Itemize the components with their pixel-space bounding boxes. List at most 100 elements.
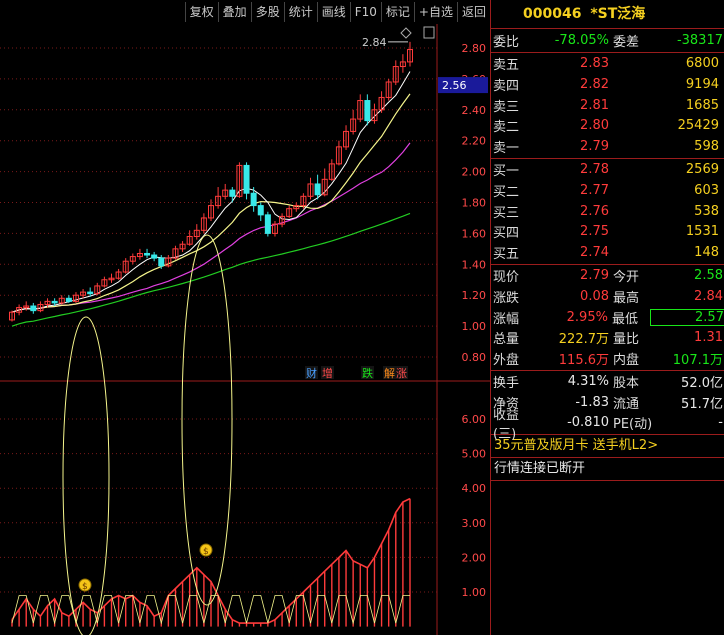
candle-body (151, 254, 158, 259)
stat-value: 222.7万 (558, 332, 609, 348)
bids-volume: 2569 (685, 162, 719, 178)
toolbar-button-6[interactable]: 标记 (380, 2, 414, 22)
stat-row: 现价 2.79 今开 2.58 (491, 266, 724, 287)
webi-value: -78.05% (554, 32, 609, 48)
stat-label: 总量 (493, 332, 520, 348)
toolbar-button-8[interactable]: 返回 (456, 2, 490, 22)
stock-name: *ST泛海 (590, 6, 646, 22)
candle-body (87, 291, 94, 295)
price-tick-label: 2.80 (462, 42, 487, 55)
weicha-value: -38317 (676, 32, 723, 48)
order-ratio-section: 委比 -78.05% 委差 -38317 (491, 29, 724, 53)
bids-volume: 538 (694, 203, 719, 219)
bids-row: 买四 2.75 1531 (491, 221, 724, 242)
stat-row: 涨跌 0.08 最高 2.84 (491, 286, 724, 307)
ask-book: 卖五 2.83 6800 卖四 2.82 9194 卖三 2.81 1685 卖二 2.80 2542… (491, 53, 724, 159)
bids-volume: 603 (694, 182, 719, 198)
asks-volume: 598 (694, 138, 719, 154)
toolbar: 复权 叠加 多股 统计 画线 F10 标记 +自选 返回 (0, 0, 490, 24)
quote-panel: 000046 *ST泛海 委比 -78.05% 委差 -38317 卖五 2.83… (490, 0, 724, 635)
bids-price: 2.77 (580, 182, 609, 198)
indicator-tick-label: 6.00 (462, 413, 487, 426)
candle-body (30, 305, 37, 312)
toolbar-button-7[interactable]: +自选 (413, 2, 457, 22)
price-tick-label: 0.80 (462, 351, 487, 364)
fundamentals: 换手 4.31% 股本 52.0亿 净资 -1.83 流通 51.7亿 收益(三) -0.810 P… (491, 371, 724, 442)
event-marker-label: 涨 (396, 367, 407, 380)
bids-price: 2.78 (580, 162, 609, 178)
stat-label: 量比 (613, 332, 640, 348)
bids-volume: 148 (694, 244, 719, 260)
asks-volume: 1685 (685, 97, 719, 113)
stat-label: 涨跌 (493, 290, 520, 306)
price-tick-label: 2.00 (462, 166, 487, 179)
indicator-tick-label: 4.00 (462, 482, 487, 495)
indicator-tick-label: 2.00 (462, 551, 487, 564)
fundamental-row: 收益(三) -0.810 PE(动) - (491, 408, 724, 442)
asks-label: 卖三 (493, 99, 520, 115)
candle-body (158, 257, 165, 267)
fundamental-value: 4.31% (567, 374, 609, 390)
order-ratio-row: 委比 -78.05% 委差 -38317 (491, 30, 724, 51)
stat-row: 外盘 115.6万 内盘 107.1万 (491, 348, 724, 369)
panel-toggle-icon[interactable] (423, 26, 435, 39)
kline-chart[interactable]: 2.802.602.402.202.001.801.601.401.201.00… (0, 24, 490, 635)
asks-row: 卖三 2.81 1685 (491, 95, 724, 116)
price-tick-label: 1.80 (462, 197, 487, 210)
candle-body (257, 205, 264, 216)
candle-body (229, 189, 236, 197)
asks-label: 卖五 (493, 58, 520, 74)
money-bag-glyph: $ (203, 547, 209, 557)
stock-code: 000046 (523, 6, 582, 22)
webi-label: 委比 (493, 34, 520, 50)
bids-row: 买三 2.76 538 (491, 201, 724, 222)
bids-row: 买一 2.78 2569 (491, 160, 724, 181)
fundamental-value: 51.7亿 (681, 396, 723, 412)
toolbar-button-5[interactable]: F10 (349, 2, 381, 22)
stat-label: 内盘 (613, 352, 640, 368)
asks-row: 卖二 2.80 25429 (491, 115, 724, 136)
bids-label: 买五 (493, 246, 520, 262)
ma5-line (11, 71, 411, 313)
price-tick-label: 1.40 (462, 258, 487, 271)
bids-label: 买一 (493, 164, 520, 180)
event-marker-label: 增 (322, 366, 333, 380)
candle-body (51, 300, 58, 304)
fundamental-label: PE(动) (613, 417, 653, 433)
price-tick-label: 2.20 (462, 135, 487, 148)
bids-label: 买二 (493, 184, 520, 200)
toolbar-button-0[interactable]: 复权 (184, 2, 218, 22)
toolbar-button-2[interactable]: 多股 (250, 2, 284, 22)
bids-label: 买三 (493, 205, 520, 221)
stat-label: 涨幅 (493, 311, 520, 327)
stat-label: 今开 (613, 270, 640, 286)
bids-volume: 1531 (685, 224, 719, 240)
ma60-line (11, 212, 411, 327)
toolbar-button-4[interactable]: 画线 (316, 2, 350, 22)
event-marker-label: 财 (306, 366, 317, 380)
price-tick-label: 2.40 (462, 104, 487, 117)
stat-value: 115.6万 (558, 352, 609, 368)
diamond-icon[interactable] (400, 27, 412, 39)
stat-value: 0.08 (580, 288, 609, 304)
toolbar-button-3[interactable]: 统计 (283, 2, 317, 22)
fundamental-value: - (718, 415, 723, 431)
asks-label: 卖四 (493, 78, 520, 94)
bids-row: 买五 2.74 148 (491, 242, 724, 263)
price-tick-label: 1.20 (462, 289, 487, 302)
stat-value: 2.84 (694, 288, 723, 304)
stat-value: 107.1万 (672, 352, 723, 368)
stat-label: 现价 (493, 270, 520, 286)
event-marker-label: 解 (384, 366, 395, 380)
stat-label: 最低 (611, 311, 638, 327)
fundamental-label: 收益(三) (493, 407, 520, 442)
toolbar-button-1[interactable]: 叠加 (217, 2, 251, 22)
price-stats: 现价 2.79 今开 2.58 涨跌 0.08 最高 2.84 涨幅 2.95% 最低 2.57 总量 2… (491, 265, 724, 371)
fundamental-label: 流通 (613, 396, 640, 412)
price-tick-label: 1.00 (462, 320, 487, 333)
stat-value: 2.58 (694, 268, 723, 284)
asks-row: 卖四 2.82 9194 (491, 74, 724, 95)
stat-label: 外盘 (493, 352, 520, 368)
candle-body (364, 100, 371, 122)
stock-header: 000046 *ST泛海 (491, 0, 724, 29)
